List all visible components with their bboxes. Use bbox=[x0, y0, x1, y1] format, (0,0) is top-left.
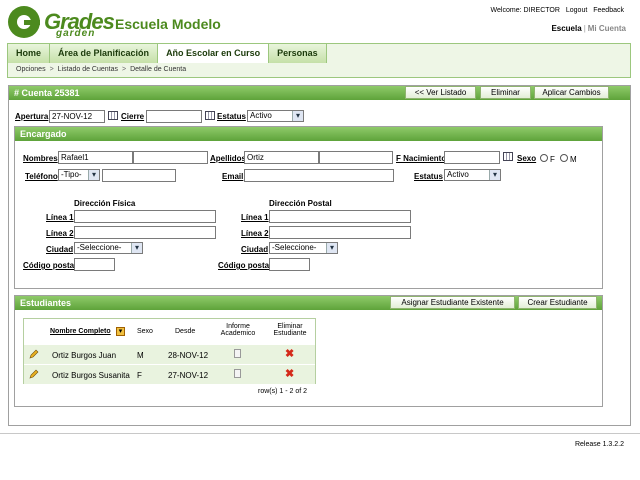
release-version: Release 1.3.2.2 bbox=[574, 441, 624, 448]
document-icon[interactable] bbox=[234, 369, 241, 378]
cierre-input[interactable] bbox=[146, 110, 202, 123]
telefono-input[interactable] bbox=[102, 169, 176, 182]
fisica-linea1-label: Línea 1 bbox=[46, 213, 74, 222]
top-links: Welcome: DIRECTOR Logout Feedback bbox=[487, 7, 624, 14]
email-input[interactable] bbox=[244, 169, 394, 182]
table-row: Ortiz Burgos Juan M 28-NOV-12 ✖ bbox=[24, 344, 315, 364]
student-desde: 28-NOV-12 bbox=[168, 351, 209, 360]
sort-dropdown-icon[interactable]: ▾ bbox=[116, 327, 125, 336]
breadcrumb-listado[interactable]: Listado de Cuentas bbox=[58, 66, 118, 73]
school-name: Escuela Modelo bbox=[115, 16, 221, 32]
col-informe: Informe Academico bbox=[220, 323, 256, 337]
fnac-input[interactable] bbox=[444, 151, 500, 164]
breadcrumb: Opciones > Listado de Cuentas > Detalle de C… bbox=[16, 66, 187, 73]
nombres2-input[interactable] bbox=[133, 151, 208, 164]
fisica-linea2-input[interactable] bbox=[74, 226, 216, 239]
mi-cuenta-link[interactable]: Mi Cuenta bbox=[588, 24, 626, 33]
student-name: Ortiz Burgos Juan bbox=[52, 351, 117, 360]
calendar-icon[interactable] bbox=[108, 111, 118, 120]
footer bbox=[0, 433, 640, 458]
delete-x-icon[interactable]: ✖ bbox=[285, 349, 294, 360]
tab-ano-escolar[interactable]: Año Escolar en Curso bbox=[158, 44, 270, 63]
fisica-linea2-label: Línea 2 bbox=[46, 229, 74, 238]
estudiantes-table: Nombre Completo ▾ Sexo Desde Informe Aca… bbox=[23, 318, 316, 384]
student-sexo: F bbox=[137, 371, 142, 380]
apertura-label: Apertura bbox=[15, 112, 49, 121]
ver-listado-button[interactable]: << Ver Listado bbox=[405, 86, 476, 99]
postal-linea1-label: Línea 1 bbox=[241, 213, 269, 222]
encargado-title: Encargado bbox=[15, 127, 602, 141]
eliminar-button[interactable]: Eliminar bbox=[480, 86, 531, 99]
feedback-link[interactable]: Feedback bbox=[593, 7, 624, 14]
fisica-codigo-input[interactable] bbox=[74, 258, 115, 271]
pencil-icon[interactable] bbox=[29, 349, 39, 359]
main-tabs: Home Área de Planificación Año Escolar e… bbox=[8, 44, 327, 63]
fisica-linea1-input[interactable] bbox=[74, 210, 216, 223]
col-nombre[interactable]: Nombre Completo bbox=[50, 328, 111, 335]
col-desde: Desde bbox=[175, 328, 196, 335]
breadcrumb-opciones[interactable]: Opciones bbox=[16, 66, 46, 73]
welcome-text: Welcome: DIRECTOR bbox=[490, 7, 560, 14]
pencil-icon[interactable] bbox=[29, 369, 39, 379]
postal-linea1-input[interactable] bbox=[269, 210, 411, 223]
student-name: Ortiz Burgos Susanita bbox=[52, 371, 130, 380]
apertura-input[interactable]: 27-NOV-12 bbox=[49, 110, 105, 123]
tab-area-planificacion[interactable]: Área de Planificación bbox=[50, 44, 159, 63]
sexo-label: Sexo bbox=[517, 154, 537, 163]
student-sexo: M bbox=[137, 351, 144, 360]
document-icon[interactable] bbox=[234, 349, 241, 358]
logo-sub: garden bbox=[56, 28, 96, 39]
sexo-f-label: F bbox=[550, 155, 555, 164]
escuela-link[interactable]: Escuela bbox=[551, 24, 581, 33]
tab-home[interactable]: Home bbox=[8, 44, 51, 63]
cierre-label: Cierre bbox=[121, 112, 145, 121]
apellidos2-input[interactable] bbox=[319, 151, 393, 164]
tab-personas[interactable]: Personas bbox=[269, 44, 327, 63]
crear-estudiante-button[interactable]: Crear Estudiante bbox=[518, 296, 597, 309]
apellidos-label: Apellidos bbox=[210, 154, 247, 163]
fisica-ciudad-select[interactable]: -Seleccione- bbox=[74, 242, 143, 254]
postal-codigo-input[interactable] bbox=[269, 258, 310, 271]
nombres-input[interactable]: Rafael1 bbox=[58, 151, 133, 164]
nombres-label: Nombres bbox=[23, 154, 58, 163]
estatus-label: Estatus bbox=[217, 112, 246, 121]
col-sexo: Sexo bbox=[137, 328, 153, 335]
student-desde: 27-NOV-12 bbox=[168, 371, 209, 380]
pager-text: row(s) 1 - 2 of 2 bbox=[258, 388, 308, 395]
calendar-icon[interactable] bbox=[205, 111, 215, 120]
dir-postal-title: Dirección Postal bbox=[269, 199, 332, 208]
postal-linea2-input[interactable] bbox=[269, 226, 411, 239]
sexo-m-radio[interactable] bbox=[560, 154, 568, 162]
logout-link[interactable]: Logout bbox=[566, 7, 587, 14]
postal-linea2-label: Línea 2 bbox=[241, 229, 269, 238]
col-eliminar: Eliminar Estudiante bbox=[273, 323, 307, 337]
fisica-codigo-label: Código postal bbox=[23, 261, 77, 270]
postal-ciudad-select[interactable]: -Seleccione- bbox=[269, 242, 338, 254]
aplicar-cambios-button[interactable]: Aplicar Cambios bbox=[534, 86, 609, 99]
encargado-estatus-select[interactable]: Activo bbox=[444, 169, 501, 181]
grades-garden-logo: Grades garden bbox=[8, 6, 115, 39]
sexo-f-radio[interactable] bbox=[540, 154, 548, 162]
dir-fisica-title: Dirección Física bbox=[74, 199, 136, 208]
estatus-select[interactable]: Activo bbox=[247, 110, 304, 122]
encargado-estatus-label: Estatus bbox=[414, 172, 443, 181]
calendar-icon[interactable] bbox=[503, 152, 513, 161]
telefono-tipo-select[interactable]: -Tipo- bbox=[58, 169, 100, 181]
asignar-estudiante-button[interactable]: Asignar Estudiante Existente bbox=[390, 296, 515, 309]
delete-x-icon[interactable]: ✖ bbox=[285, 369, 294, 380]
email-label: Email bbox=[222, 172, 244, 181]
apellidos-input[interactable]: Ortiz bbox=[244, 151, 319, 164]
postal-codigo-label: Código postal bbox=[218, 261, 272, 270]
user-links: Escuela | Mi Cuenta bbox=[551, 24, 626, 33]
sexo-m-label: M bbox=[570, 155, 577, 164]
postal-ciudad-label: Ciudad bbox=[241, 245, 269, 254]
fnac-label: F Nacimiento bbox=[396, 154, 447, 163]
breadcrumb-detalle: Detalle de Cuenta bbox=[130, 66, 187, 73]
fisica-ciudad-label: Ciudad bbox=[46, 245, 74, 254]
telefono-label: Teléfono bbox=[25, 172, 58, 181]
table-row: Ortiz Burgos Susanita F 27-NOV-12 ✖ bbox=[24, 364, 315, 384]
